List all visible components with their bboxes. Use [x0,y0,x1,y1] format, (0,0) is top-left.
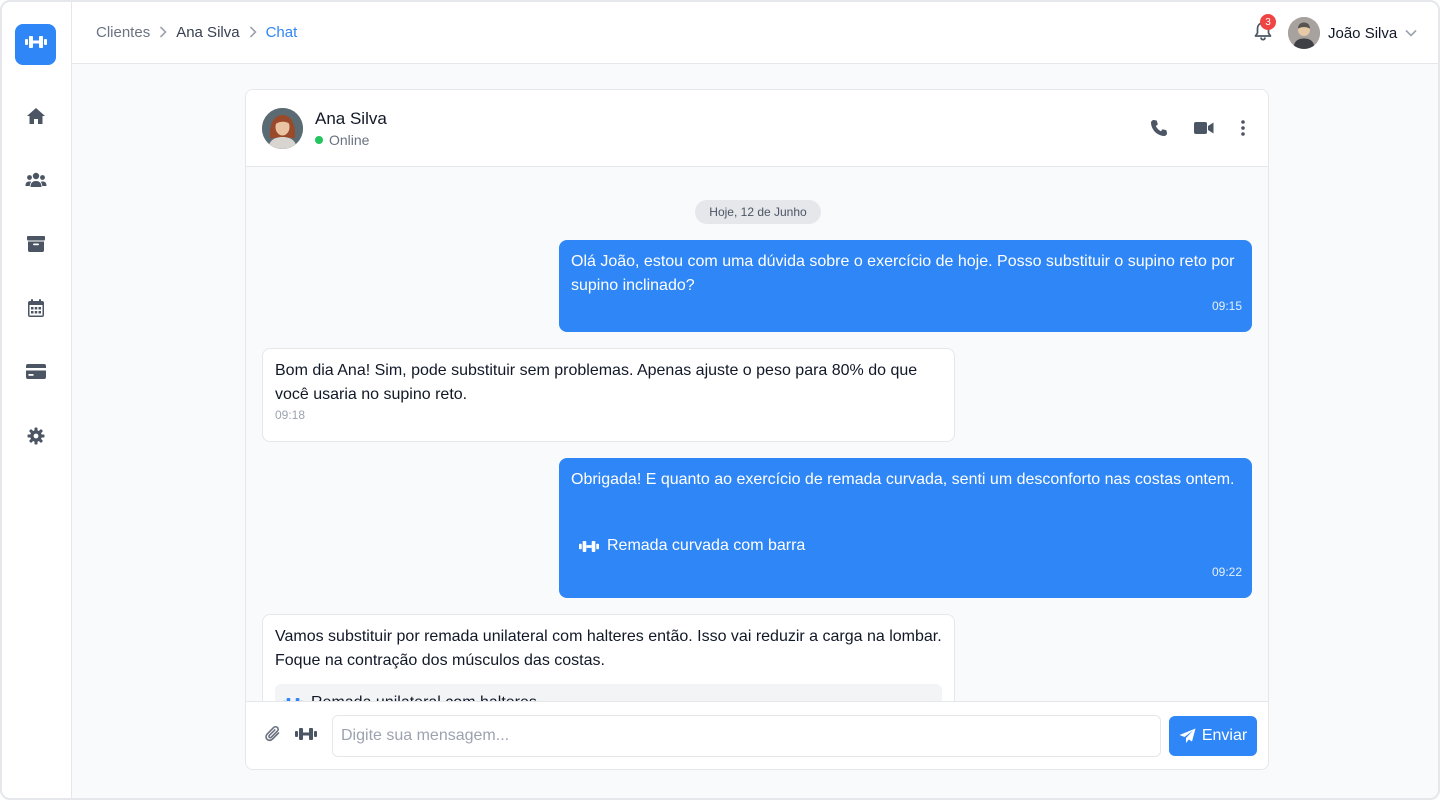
call-button[interactable] [1147,118,1171,142]
message-outgoing: Olá João, estou com uma dúvida sobre o e… [559,240,1252,332]
send-button[interactable]: Enviar [1169,716,1257,756]
contact-avatar[interactable] [262,108,303,149]
messages-list[interactable]: Hoje, 12 de Junho Olá João, estou com um… [246,167,1268,701]
contact-name: Ana Silva [315,109,387,128]
video-camera-icon [1194,121,1214,140]
chevron-down-icon [1405,29,1417,37]
breadcrumb-item-chat: Chat [265,23,298,41]
message-incoming: Bom dia Ana! Sim, pode substituir sem pr… [262,348,955,442]
exercise-name: Remada curvada com barra [607,537,806,554]
message-composer: Enviar [246,701,1268,769]
message-text: Bom dia Ana! Sim, pode substituir sem pr… [275,362,918,403]
sidebar-item-home[interactable] [21,103,51,133]
users-icon [25,172,47,193]
chat-header: Ana Silva Online [246,90,1268,167]
video-call-button[interactable] [1192,118,1216,142]
exercise-attachment[interactable]: Remada unilateral com halteres [275,684,942,701]
user-name: João Silva [1328,24,1398,42]
send-label: Enviar [1201,727,1248,744]
chevron-right-icon [159,26,167,38]
chat-panel: Ana Silva Online Hoje, 12 de Junho Olá J… [245,89,1269,770]
message-text: Olá João, estou com uma dúvida sobre o e… [571,253,1235,294]
exercise-attachment[interactable]: Remada curvada com barra [579,534,805,558]
breadcrumb: Clientes Ana Silva Chat [96,22,297,42]
dumbbell-icon [295,727,317,746]
top-header: Clientes Ana Silva Chat 3 João Silva [72,2,1438,64]
sidebar-item-payments[interactable] [21,359,51,389]
sidebar-item-archive[interactable] [21,231,51,261]
dumbbell-icon [579,540,599,553]
sidebar-item-calendar[interactable] [21,295,51,325]
home-icon [26,107,46,130]
user-menu[interactable]: João Silva [1288,16,1417,50]
message-incoming: Vamos substituir por remada unilateral c… [262,614,955,701]
app-window: Clientes Ana Silva Chat 3 João Silva Ana… [0,0,1440,800]
sidebar-item-settings[interactable] [21,423,51,453]
paperclip-icon [265,725,281,748]
exercise-name: Remada unilateral com halteres [311,691,537,701]
attach-button[interactable] [261,724,285,748]
phone-icon [1150,119,1168,142]
more-vertical-icon [1241,119,1245,141]
paper-plane-icon [1179,728,1196,744]
message-input[interactable] [332,715,1161,757]
dumbbell-icon [24,35,47,54]
sidebar [2,2,72,798]
contact-status-label: Online [329,132,370,148]
message-text: Vamos substituir por remada unilateral c… [275,628,942,669]
add-exercise-button[interactable] [294,724,318,748]
message-time: 09:15 [1211,299,1242,313]
credit-card-icon [26,364,46,384]
message-outgoing: Obrigada! E quanto ao exercício de remad… [559,458,1252,598]
message-time: 09:22 [1211,565,1242,579]
archive-icon [27,235,45,257]
notifications-badge: 3 [1260,14,1276,30]
breadcrumb-item-client[interactable]: Ana Silva [176,24,239,41]
gear-icon [27,427,45,450]
contact-status: Online [315,132,369,148]
sidebar-item-clients[interactable] [21,167,51,197]
breadcrumb-item-clients[interactable]: Clientes [96,24,150,41]
more-options-button[interactable] [1231,118,1255,142]
user-avatar [1288,17,1320,49]
date-separator: Hoje, 12 de Junho [695,200,821,224]
message-text: Obrigada! E quanto ao exercício de remad… [571,471,1235,488]
app-logo[interactable] [15,24,56,65]
message-time: 09:18 [275,408,306,422]
chevron-right-icon [249,26,257,38]
calendar-icon [28,298,44,322]
online-indicator [315,136,323,144]
